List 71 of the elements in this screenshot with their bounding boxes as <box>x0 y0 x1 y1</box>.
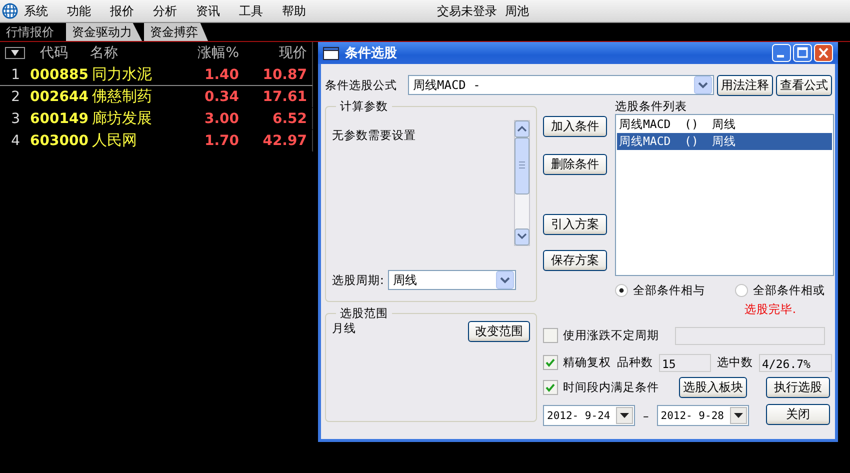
checkbox-label: 精确复权 <box>563 355 611 370</box>
menu-item[interactable]: 帮助 <box>282 2 325 20</box>
change-percent: 1.40 <box>203 66 239 82</box>
list-item[interactable]: 周线MACD () 周线 <box>617 116 832 133</box>
menu-item[interactable]: 分析 <box>153 2 196 20</box>
close-button[interactable]: 关闭 <box>766 404 830 425</box>
group-title: 选股范围 <box>339 306 389 321</box>
dialog-button[interactable]: 引入方案 <box>543 214 607 235</box>
date-separator: – <box>643 408 649 422</box>
dialog-button[interactable]: 删除条件 <box>543 154 607 175</box>
row-number: 2 <box>10 88 21 104</box>
scope-value: 月线 <box>332 321 356 336</box>
change-percent: 3.00 <box>203 110 239 126</box>
price: 6.52 <box>271 110 307 126</box>
radio-label: 全部条件相与 <box>633 283 705 298</box>
stock-name: 人民网 <box>91 131 138 150</box>
stock-code: 002644 <box>30 88 90 104</box>
menu-item[interactable]: 系统 <box>24 2 67 20</box>
list-item[interactable]: 周线MACD () 周线 <box>617 133 832 150</box>
count-field: 15 <box>659 354 711 372</box>
group-title: 计算参数 <box>339 99 389 114</box>
column-header[interactable]: 现价 <box>239 44 307 62</box>
formula-dropdown[interactable]: 周线MACD - <box>408 75 714 95</box>
selected-row[interactable]: 1 000885 同力水泥 1.40 10.87 <box>0 64 313 86</box>
list-label: 选股条件列表 <box>615 99 688 114</box>
period-dropdown[interactable]: 周线 <box>388 270 516 290</box>
user-name: 周池 <box>505 2 529 20</box>
menu-item[interactable]: 功能 <box>67 2 110 20</box>
stock-name: 同力水泥 <box>91 65 153 84</box>
checkbox-label: 时间段内满足条件 <box>563 380 659 395</box>
dialog-title: 条件选股 <box>345 45 398 62</box>
column-header[interactable]: 代码 <box>30 44 90 62</box>
dialog-button[interactable]: 执行选股 <box>766 377 830 398</box>
dialog-button[interactable]: 保存方案 <box>543 250 607 271</box>
stock-name: 佛慈制药 <box>91 87 153 106</box>
radio-label: 全部条件相或 <box>753 283 825 298</box>
row-number: 4 <box>10 132 21 148</box>
change-percent: 1.70 <box>203 132 239 148</box>
change-percent: 0.34 <box>203 88 239 104</box>
stock-code: 603000 <box>30 132 90 148</box>
dialog-button[interactable]: 选股入板块 <box>679 377 747 398</box>
checkbox-label: 使用涨跌不定周期 <box>563 328 659 343</box>
menu-item[interactable]: 报价 <box>110 2 153 20</box>
result-message: 选股完毕. <box>743 302 797 318</box>
login-status: 交易未登录 <box>437 2 497 20</box>
row-number: 3 <box>10 110 21 126</box>
date-picker[interactable]: 2012- 9-28 <box>656 405 749 426</box>
tab[interactable]: 资金驱动力 <box>66 23 142 41</box>
dialog-button[interactable]: 查看公式 <box>776 74 832 96</box>
change-scope-button[interactable]: 改变范围 <box>468 321 530 342</box>
dialog-button[interactable]: 加入条件 <box>543 116 607 137</box>
formula-label: 条件选股公式 <box>325 78 398 92</box>
date-picker[interactable]: 2012- 9-24 <box>543 405 635 426</box>
column-header[interactable]: 涨幅% <box>172 44 239 62</box>
tab[interactable]: 资金搏弈 <box>144 23 208 41</box>
dialog-button[interactable]: 用法注释 <box>717 74 773 96</box>
selected-count-label: 选中数 <box>717 355 753 370</box>
column-header[interactable]: 名称 <box>90 44 172 62</box>
menu-item[interactable]: 资讯 <box>196 2 239 20</box>
price: 10.87 <box>262 66 307 82</box>
price: 17.61 <box>262 88 307 104</box>
selected-count-field: 4/26.7% <box>759 354 832 372</box>
stock-name: 廊坊发展 <box>91 109 153 128</box>
row-number: 1 <box>10 66 21 82</box>
count-label: 品种数 <box>617 355 653 370</box>
period-label: 选股周期: <box>332 272 384 288</box>
price: 42.97 <box>262 132 307 148</box>
params-message: 无参数需要设置 <box>332 128 416 144</box>
menu-item[interactable]: 工具 <box>239 2 282 20</box>
stock-code: 600149 <box>30 110 90 126</box>
stock-code: 000885 <box>30 66 90 82</box>
